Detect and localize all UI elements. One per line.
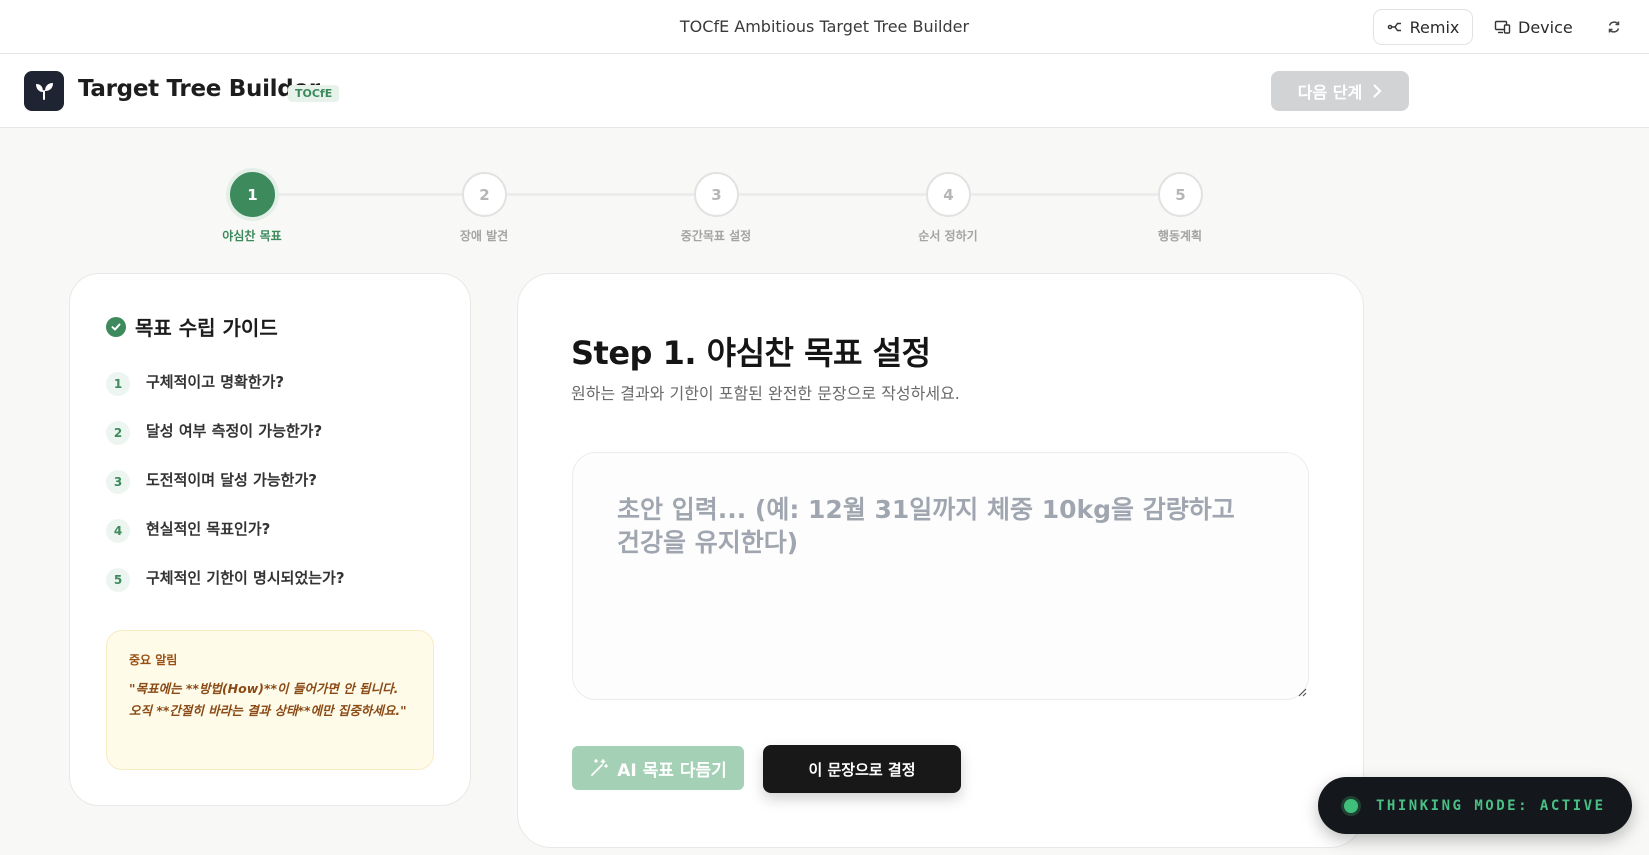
sprout-icon (36, 83, 53, 100)
remix-button[interactable]: Remix (1373, 9, 1473, 45)
magic-wand-icon (591, 759, 609, 776)
step-connector (507, 193, 694, 196)
step-1-label: 야심찬 목표 (222, 229, 282, 243)
step-4-circle[interactable]: 4 (926, 172, 971, 217)
guide-item-text: 구체적인 기한이 명시되었는가? (146, 568, 345, 587)
step-3-label: 중간목표 설정 (680, 229, 752, 243)
status-dot-icon (1344, 798, 1358, 813)
guide-item-number: 1 (106, 372, 130, 396)
guide-item: 5 구체적인 기한이 명시되었는가? (106, 562, 345, 592)
device-label: Device (1518, 17, 1573, 37)
step-4-label: 순서 정하기 (918, 229, 978, 243)
goal-input-card: Step 1. 야심찬 목표 설정 원하는 결과와 기한이 포함된 완전한 문장… (517, 273, 1364, 848)
guide-item-number: 2 (106, 421, 130, 445)
step-2-label: 장애 발견 (459, 229, 509, 243)
guide-item-text: 현실적인 목표인가? (146, 519, 271, 538)
notice-title: 중요 알림 (129, 653, 178, 667)
chevron-right-icon (1373, 84, 1382, 98)
guide-card: 목표 수립 가이드 1 구체적이고 명확한가? 2 달성 여부 측정이 가능한가… (69, 273, 471, 806)
guide-item-number: 4 (106, 519, 130, 543)
top-bar: TOCfE Ambitious Target Tree Builder Remi… (0, 0, 1649, 54)
step-5-label: 행동계획 (1157, 229, 1203, 243)
goal-draft-input[interactable] (572, 452, 1309, 700)
ai-refine-label: AI 목표 다듬기 (617, 760, 727, 781)
guide-item-text: 도전적이며 달성 가능한가? (146, 470, 317, 489)
guide-item: 1 구체적이고 명확한가? (106, 366, 284, 396)
device-icon (1494, 20, 1511, 34)
guide-item: 2 달성 여부 측정이 가능한가? (106, 415, 322, 445)
refresh-icon (1608, 21, 1620, 33)
progress-stepper: 1 야심찬 목표 2 장애 발견 3 중간목표 설정 4 순서 정하기 5 행동… (0, 170, 1649, 250)
app-logo (24, 71, 64, 111)
device-button[interactable]: Device (1494, 9, 1573, 45)
guide-item: 4 현실적인 목표인가? (106, 513, 270, 543)
remix-label: Remix (1409, 17, 1460, 37)
thinking-mode-label: THINKING MODE: ACTIVE (1376, 797, 1606, 814)
guide-item-number: 5 (106, 568, 130, 592)
step-5-circle[interactable]: 5 (1158, 172, 1203, 217)
thinking-mode-indicator: THINKING MODE: ACTIVE (1318, 777, 1632, 834)
app-badge: TOCfE (288, 85, 340, 102)
refresh-button[interactable] (1604, 17, 1624, 37)
remix-icon (1387, 22, 1401, 32)
next-step-button[interactable]: 다음 단계 (1271, 71, 1409, 111)
step-1-circle[interactable]: 1 (230, 172, 275, 217)
important-notice: 중요 알림 "목표에는 **방법(How)**이 들어가면 안 됩니다. 오직 … (106, 630, 434, 770)
step-3-circle[interactable]: 3 (694, 172, 739, 217)
confirm-sentence-button[interactable]: 이 문장으로 결정 (763, 745, 961, 793)
app-title: Target Tree Builder (78, 76, 320, 102)
notice-body: "목표에는 **방법(How)**이 들어가면 안 됩니다. 오직 **간절히 … (129, 681, 407, 718)
page-subtitle: 원하는 결과와 기한이 포함된 완전한 문장으로 작성하세요. (571, 384, 960, 403)
step-connector (971, 193, 1158, 196)
guide-item-text: 달성 여부 측정이 가능한가? (146, 421, 323, 440)
resize-handle-icon[interactable] (1297, 687, 1307, 697)
guide-item-text: 구체적이고 명확한가? (146, 372, 285, 391)
page-title: Step 1. 야심찬 목표 설정 (571, 334, 931, 372)
guide-item-number: 3 (106, 470, 130, 494)
step-2-circle[interactable]: 2 (462, 172, 507, 217)
guide-item: 3 도전적이며 달성 가능한가? (106, 464, 317, 494)
guide-title: 목표 수립 가이드 (106, 312, 278, 341)
step-connector (275, 193, 467, 196)
check-circle-icon (106, 316, 126, 337)
next-step-label: 다음 단계 (1297, 83, 1363, 102)
ai-refine-button[interactable]: AI 목표 다듬기 (572, 746, 744, 790)
app-header: Target Tree Builder TOCfE 다음 단계 (0, 54, 1649, 128)
confirm-sentence-label: 이 문장으로 결정 (808, 760, 916, 779)
guide-title-text: 목표 수립 가이드 (135, 316, 278, 340)
step-connector (739, 193, 926, 196)
